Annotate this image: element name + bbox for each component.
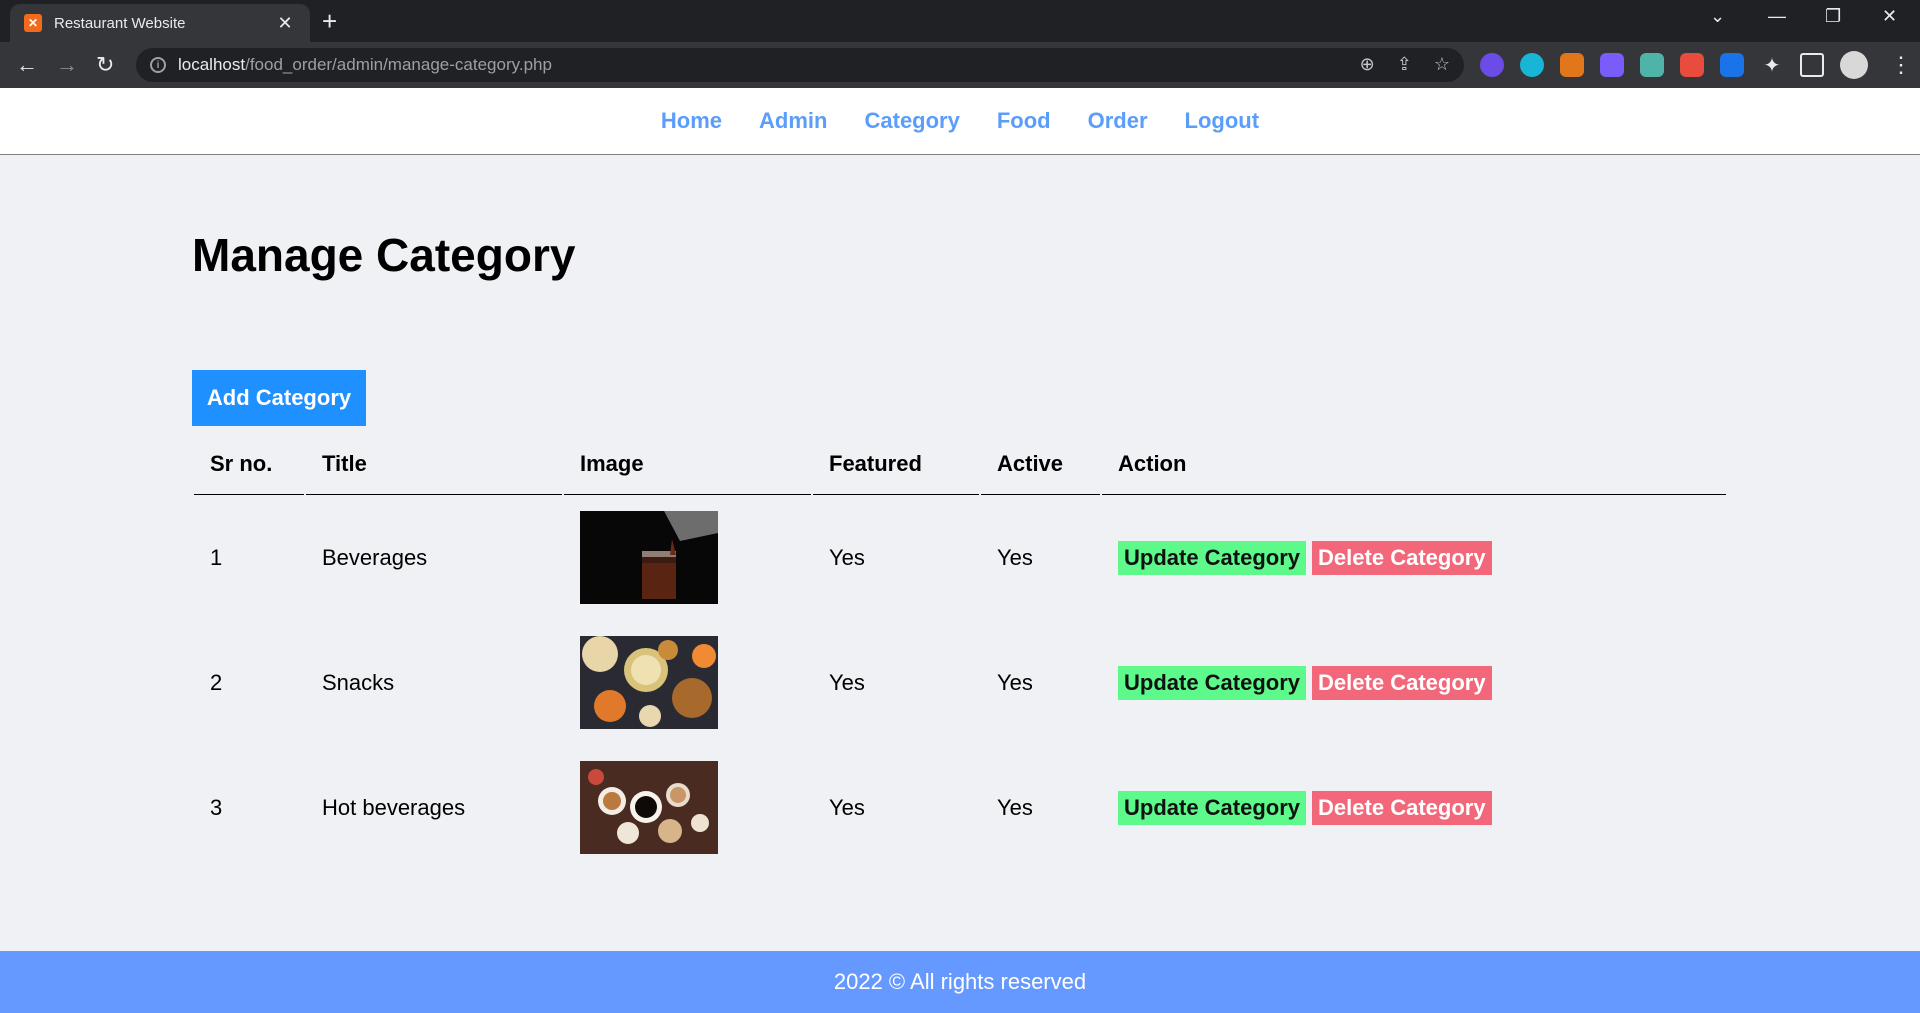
close-window-icon[interactable]: ✕ [1882, 6, 1897, 27]
cell-image [564, 495, 811, 620]
menu-category[interactable]: Category [865, 108, 960, 134]
cell-featured: Yes [829, 544, 865, 570]
menu-kebab-icon[interactable]: ⋮ [1890, 52, 1912, 78]
url-host: localhost [178, 55, 246, 74]
update-category-button[interactable]: Update Category [1118, 540, 1307, 575]
xampp-favicon-icon: ✕ [24, 14, 42, 32]
cell-title: Snacks [322, 669, 395, 695]
table-row: 1 Beverages Yes Yes Update CategoryDele [194, 495, 1726, 620]
cell-image [564, 745, 811, 870]
close-tab-icon[interactable]: ✕ [274, 13, 296, 34]
beverages-image [580, 511, 718, 604]
reload-icon[interactable]: ↻ [96, 52, 114, 78]
cell-title: Beverages [322, 544, 428, 570]
minimize-icon[interactable]: — [1768, 6, 1786, 27]
column-header-action: Action [1102, 433, 1726, 495]
menu-food[interactable]: Food [997, 108, 1051, 134]
browser-toolbar: ← → ↻ i localhost/food_order/admin/manag… [0, 42, 1920, 88]
extension-icon[interactable] [1480, 53, 1504, 77]
extensions-puzzle-icon[interactable]: ✦ [1760, 53, 1784, 77]
zoom-icon[interactable]: ⊕ [1360, 54, 1375, 75]
extension-icon[interactable] [1600, 53, 1624, 77]
browser-tab[interactable]: ✕ Restaurant Website ✕ [10, 4, 310, 42]
table-row: 2 Snacks Yes Yes Update Category Delete … [194, 620, 1726, 745]
cell-featured: Yes [829, 669, 865, 695]
forward-icon[interactable]: → [56, 52, 78, 78]
bookmark-star-icon[interactable]: ☆ [1434, 54, 1450, 75]
cell-active: Yes [997, 669, 1033, 695]
page-body: Home Admin Category Food Order Logout Ma… [0, 88, 1920, 1013]
table-row: 3 Hot beverages Yes Yes Update Category … [194, 745, 1726, 870]
side-panel-icon[interactable] [1800, 53, 1824, 77]
update-category-button[interactable]: Update Category [1118, 790, 1307, 825]
cell-featured: Yes [829, 794, 865, 820]
tab-title: Restaurant Website [54, 14, 186, 32]
cell-sr: 1 [210, 544, 223, 570]
restore-icon[interactable]: ❐ [1825, 6, 1841, 27]
column-header-title: Title [306, 433, 562, 495]
footer: 2022 © All rights reserved [0, 951, 1920, 1013]
add-category-button[interactable]: Add Category [192, 370, 366, 426]
metamask-extension-icon[interactable] [1560, 53, 1584, 77]
cell-action: Update Category Delete Category [1102, 495, 1726, 620]
extension-icon[interactable] [1680, 53, 1704, 77]
cell-action: Update Category Delete Category [1102, 620, 1726, 745]
update-category-button[interactable]: Update Category [1118, 665, 1307, 700]
column-header-active: Active [981, 433, 1100, 495]
delete-category-button[interactable]: Delete Category [1312, 540, 1492, 575]
main-menu: Home Admin Category Food Order Logout [0, 88, 1920, 155]
tab-search-icon[interactable]: ⌄ [1710, 6, 1725, 27]
menu-home[interactable]: Home [661, 108, 722, 134]
browser-tab-bar: ✕ Restaurant Website ✕ + ⌄ — ❐ ✕ [0, 0, 1920, 42]
column-header-featured: Featured [813, 433, 979, 495]
menu-logout[interactable]: Logout [1185, 108, 1260, 134]
cell-sr: 3 [210, 794, 223, 820]
profile-avatar[interactable] [1840, 51, 1868, 79]
delete-category-button[interactable]: Delete Category [1312, 665, 1492, 700]
cell-image [564, 620, 811, 745]
share-icon[interactable]: ⇪ [1397, 54, 1412, 75]
new-tab-icon[interactable]: + [322, 8, 337, 34]
address-bar[interactable]: i localhost/food_order/admin/manage-cate… [136, 48, 1464, 82]
cell-active: Yes [997, 794, 1033, 820]
extension-icon[interactable] [1640, 53, 1664, 77]
column-header-sr: Sr no. [194, 433, 304, 495]
cell-sr: 2 [210, 669, 223, 695]
extension-icon[interactable] [1720, 53, 1744, 77]
site-info-icon[interactable]: i [150, 57, 166, 73]
cell-action: Update Category Delete Category [1102, 745, 1726, 870]
cell-active: Yes [997, 544, 1033, 570]
table-header-row: Sr no. Title Image Featured Active Actio… [194, 433, 1726, 495]
back-icon[interactable]: ← [16, 52, 38, 78]
page-title: Manage Category [192, 229, 576, 281]
category-table: Sr no. Title Image Featured Active Actio… [192, 433, 1728, 870]
delete-category-button[interactable]: Delete Category [1312, 790, 1492, 825]
menu-admin[interactable]: Admin [759, 108, 827, 134]
column-header-image: Image [564, 433, 811, 495]
url-path: /food_order/admin/manage-category.php [245, 55, 552, 74]
cell-title: Hot beverages [322, 794, 466, 820]
extension-icon[interactable] [1520, 53, 1544, 77]
snacks-image [580, 636, 718, 729]
menu-order[interactable]: Order [1088, 108, 1148, 134]
hot-beverages-image [580, 761, 718, 854]
